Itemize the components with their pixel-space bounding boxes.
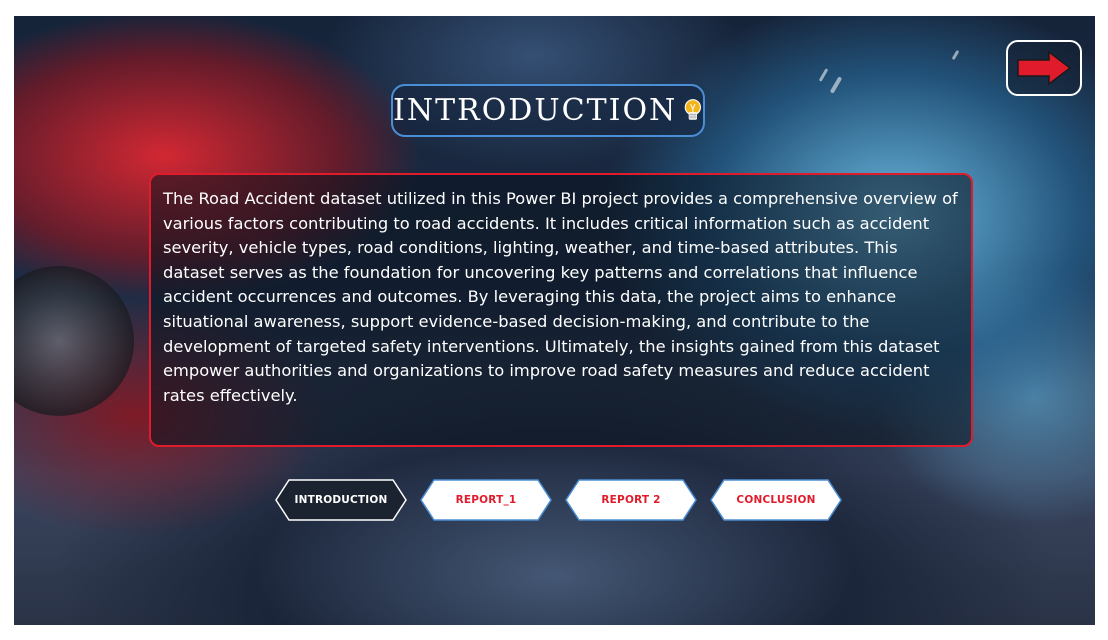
nav-button-conclusion[interactable]: CONCLUSION: [710, 479, 842, 521]
page-title-box: INTRODUCTION: [391, 84, 705, 137]
introduction-text: The Road Accident dataset utilized in th…: [163, 189, 958, 405]
nav-button-report-2[interactable]: REPORT 2: [565, 479, 697, 521]
page-title: INTRODUCTION: [393, 93, 678, 128]
light-streak: [818, 68, 829, 82]
nav-button-report-1[interactable]: REPORT_1: [420, 479, 552, 521]
nav-button-label: INTRODUCTION: [294, 494, 388, 506]
next-page-button[interactable]: [1006, 40, 1082, 96]
introduction-panel: The Road Accident dataset utilized in th…: [149, 173, 973, 447]
nav-button-introduction[interactable]: INTRODUCTION: [275, 479, 407, 521]
nav-button-label: REPORT_1: [455, 494, 517, 506]
light-streak: [951, 49, 960, 61]
arrow-right-icon: [1017, 50, 1072, 86]
light-streak: [829, 76, 843, 94]
lightbulb-icon: [685, 98, 702, 120]
car-wheel: [14, 266, 134, 416]
background-image: INTRODUCTION The Road Accident dataset u…: [14, 16, 1095, 625]
nav-button-label: CONCLUSION: [736, 494, 816, 506]
nav-button-label: REPORT 2: [601, 494, 661, 506]
